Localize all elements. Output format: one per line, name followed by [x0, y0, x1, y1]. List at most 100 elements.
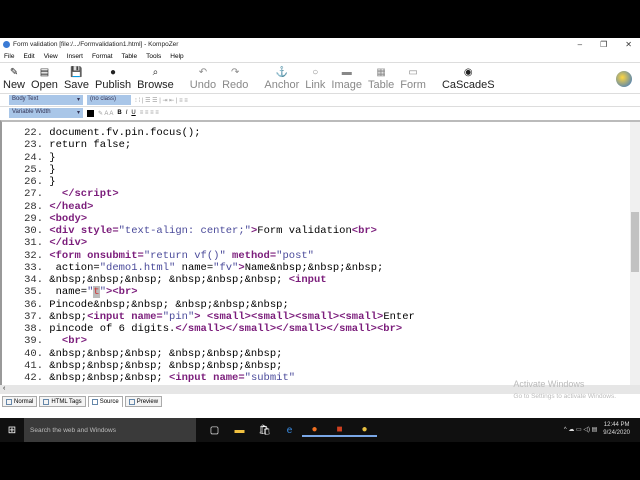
text-color-icon[interactable]: [87, 109, 94, 117]
menu-help[interactable]: Help: [170, 53, 183, 60]
clock[interactable]: 12:44 PM 9/24/2020: [603, 421, 630, 437]
restore-button[interactable]: ❐: [600, 40, 607, 49]
tray-icons[interactable]: ^ ☁ ▭ ◁) ▤: [564, 426, 597, 433]
code-token: </div>: [49, 237, 88, 250]
tab-html-tags[interactable]: HTML Tags: [39, 396, 86, 407]
close-button[interactable]: ✕: [625, 40, 632, 49]
line-number: 30.: [24, 225, 43, 237]
line-number: 34.: [24, 274, 43, 286]
undo-button[interactable]: ↶ Undo: [190, 67, 216, 93]
redo-button[interactable]: ↷ Redo: [222, 67, 248, 93]
font-select[interactable]: Variable Width ▾: [9, 108, 83, 118]
scrollbar-thumb[interactable]: [631, 212, 639, 272]
code-line: 23. return false;: [2, 139, 131, 151]
cascades-icon: ◉: [463, 67, 473, 78]
file-explorer-icon[interactable]: ▬: [227, 425, 252, 436]
publish-button[interactable]: ● Publish: [95, 67, 131, 93]
button-label: Publish: [95, 79, 132, 91]
code-token: &nbsp;&nbsp;&nbsp; &nbsp;&nbsp;&nbsp;: [43, 359, 283, 372]
code-line: 25. }: [2, 164, 56, 176]
source-editor[interactable]: 22. document.fv.pin.focus(); 23. return f…: [0, 120, 640, 385]
button-label: Redo: [222, 79, 249, 91]
code-token: </small></small></small></small><br>: [175, 323, 403, 335]
link-icon: ○: [312, 67, 319, 78]
menu-file[interactable]: File: [4, 53, 14, 60]
bold-button[interactable]: B: [117, 110, 121, 116]
code-token: "pin": [162, 310, 195, 323]
system-tray: ^ ☁ ▭ ◁) ▤ 12:44 PM 9/24/2020: [564, 421, 630, 437]
code-token: document.fv.pin.focus();: [43, 127, 201, 139]
tab-label: Normal: [14, 398, 34, 405]
button-label: Browse: [137, 79, 174, 91]
menu-insert[interactable]: Insert: [67, 53, 83, 60]
line-number: 24.: [24, 151, 43, 164]
save-button[interactable]: 💾 Save: [64, 67, 89, 93]
line-number: 36.: [24, 298, 43, 311]
tab-preview[interactable]: Preview: [124, 396, 163, 407]
tab-icon: [6, 398, 12, 405]
edit-mode-tabs: Normal HTML Tags Source Preview: [2, 396, 163, 407]
open-button[interactable]: ▤ Open: [31, 67, 58, 93]
task-view-icon[interactable]: ▢: [202, 425, 227, 436]
kompozer-globe-icon: [616, 71, 632, 87]
code-token: &nbsp;: [43, 310, 88, 323]
list-indent-icons[interactable]: ⁝ ⁞ | ☰ ☰ | ⇥ ⇤ | ≡ ≡: [135, 97, 188, 104]
cascades-button[interactable]: ◉ CaScadeS: [442, 67, 495, 93]
tab-label: Preview: [136, 398, 159, 405]
firefox-icon[interactable]: ●: [302, 424, 327, 437]
code-token: return false;: [43, 139, 132, 152]
menu-tools[interactable]: Tools: [146, 53, 161, 60]
line-number: 29.: [24, 212, 43, 225]
code-line: 40. &nbsp;&nbsp;&nbsp; &nbsp;&nbsp;&nbsp…: [2, 348, 282, 360]
format-toolbar-1: Body Text ▾ (no class) ⁝ ⁞ | ☰ ☰ | ⇥ ⇤ | …: [0, 93, 640, 106]
code-token: action=: [43, 261, 100, 274]
edge-icon[interactable]: e: [277, 425, 302, 436]
chevron-down-icon: ▾: [76, 97, 80, 103]
table-button[interactable]: ▦ Table: [368, 67, 394, 93]
anchor-button[interactable]: ⚓ Anchor: [264, 67, 299, 93]
store-icon[interactable]: 🛍: [252, 425, 277, 436]
menu-edit[interactable]: Edit: [23, 53, 34, 60]
tab-label: HTML Tags: [51, 398, 82, 405]
font-size-icons[interactable]: ✎ A A: [98, 110, 113, 117]
code-token: Enter: [383, 310, 415, 323]
code-token: "text-align: center;": [118, 225, 251, 237]
underline-button[interactable]: U: [131, 110, 135, 116]
link-button[interactable]: ○ Link: [305, 67, 325, 93]
code-line: 30. <div style="text-align: center;">For…: [2, 225, 377, 237]
class-select[interactable]: (no class): [87, 95, 131, 105]
tab-icon: [43, 398, 50, 405]
browse-icon: ⌕: [152, 67, 159, 78]
code-token: &nbsp;&nbsp;&nbsp; &nbsp;&nbsp;&nbsp;: [43, 274, 289, 286]
kompozer-taskbar-icon[interactable]: ●: [352, 424, 377, 437]
menu-view[interactable]: View: [44, 53, 58, 60]
tab-source[interactable]: Source: [87, 396, 123, 407]
minimize-button[interactable]: –: [578, 40, 582, 49]
windows-start-icon[interactable]: ⊞: [0, 425, 24, 436]
tab-normal[interactable]: Normal: [2, 396, 38, 407]
code-line: 37. &nbsp;<input name="pin"> <small><sma…: [2, 311, 415, 323]
save-icon: 💾: [70, 67, 83, 78]
line-number: 33.: [24, 261, 43, 274]
tab-label: Source: [99, 399, 119, 405]
form-button[interactable]: ▭ Form: [400, 67, 426, 93]
tab-icon: [91, 399, 98, 405]
paragraph-format-select[interactable]: Body Text ▾: [9, 95, 83, 105]
align-icons[interactable]: ≡ ≡ ≡ ≡: [140, 110, 159, 116]
new-button[interactable]: ✎ New: [3, 67, 25, 93]
code-token: "fv": [213, 261, 239, 274]
menu-table[interactable]: Table: [122, 53, 138, 60]
image-button[interactable]: ▬ Image: [331, 67, 362, 93]
vertical-scrollbar[interactable]: [630, 122, 640, 385]
line-number: 28.: [24, 200, 43, 213]
chevron-down-icon: ▾: [76, 110, 80, 116]
taskbar-search-input[interactable]: Search the web and Windows: [24, 418, 196, 442]
italic-button[interactable]: I: [126, 110, 128, 116]
menu-format[interactable]: Format: [92, 53, 113, 60]
redo-icon: ↷: [231, 67, 240, 78]
composition-toolbar: ✎ New ▤ Open 💾 Save ● Publish ⌕ Browse ↶ Undo ↷ Redo ⚓…: [0, 62, 640, 93]
powerpoint-icon[interactable]: ■: [327, 424, 352, 437]
browse-button[interactable]: ⌕ Browse: [137, 67, 174, 93]
button-label: Image: [331, 79, 362, 91]
